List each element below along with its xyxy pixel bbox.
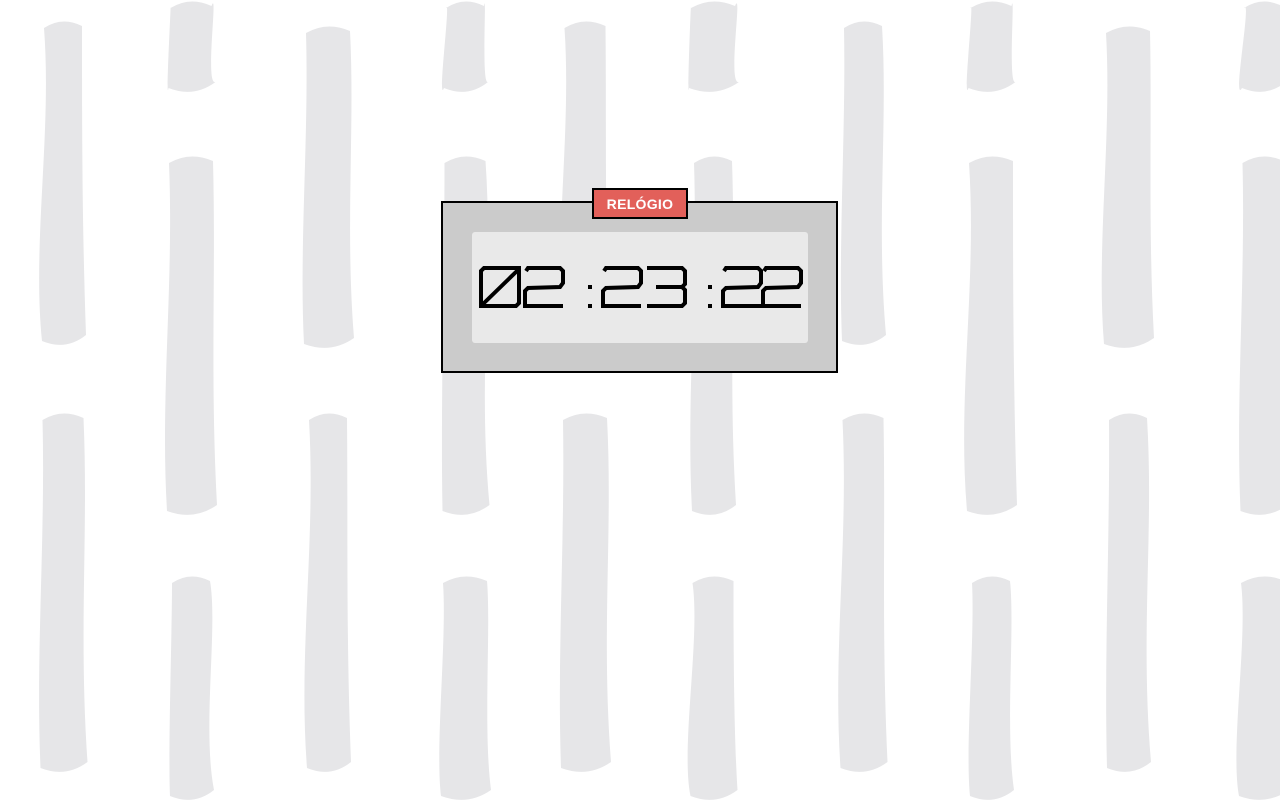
time-readout xyxy=(479,266,803,308)
pattern-stroke xyxy=(968,576,1014,800)
pattern-stroke xyxy=(1239,156,1280,515)
pattern-stroke xyxy=(1101,26,1154,348)
minutes-digit-2 xyxy=(647,266,687,308)
page: 02:23:22 RELÓGIO xyxy=(0,0,1280,800)
pattern-stroke xyxy=(167,1,216,92)
pattern-stroke xyxy=(966,1,1016,92)
clock-display: 02:23:22 xyxy=(472,232,808,343)
colon-2 xyxy=(708,285,712,308)
seconds-digit-1 xyxy=(721,266,763,308)
hours-digit-2 xyxy=(523,266,565,308)
seconds-digit-2 xyxy=(761,266,803,308)
pattern-stroke xyxy=(964,156,1017,515)
pattern-stroke xyxy=(169,576,214,800)
background-pattern xyxy=(39,1,1280,800)
pattern-stroke xyxy=(838,413,888,772)
pattern-stroke xyxy=(687,576,738,800)
pattern-stroke xyxy=(1236,576,1280,800)
pattern-stroke xyxy=(441,1,488,92)
pattern-stroke xyxy=(559,413,611,772)
pattern-stroke xyxy=(1106,413,1151,772)
pattern-stroke xyxy=(304,413,351,772)
pattern-stroke xyxy=(39,413,88,772)
pattern-stroke xyxy=(1239,1,1280,92)
pattern-stroke xyxy=(688,1,739,92)
pattern-stroke xyxy=(439,576,491,800)
colon-1 xyxy=(588,285,592,308)
pattern-stroke xyxy=(39,21,86,345)
pattern-stroke xyxy=(164,156,217,515)
pattern-stroke xyxy=(302,26,354,348)
minutes-digit-1 xyxy=(601,266,643,308)
pattern-stroke xyxy=(840,21,886,345)
hours-digit-1 xyxy=(479,266,521,308)
clock-badge: RELÓGIO xyxy=(592,188,688,219)
